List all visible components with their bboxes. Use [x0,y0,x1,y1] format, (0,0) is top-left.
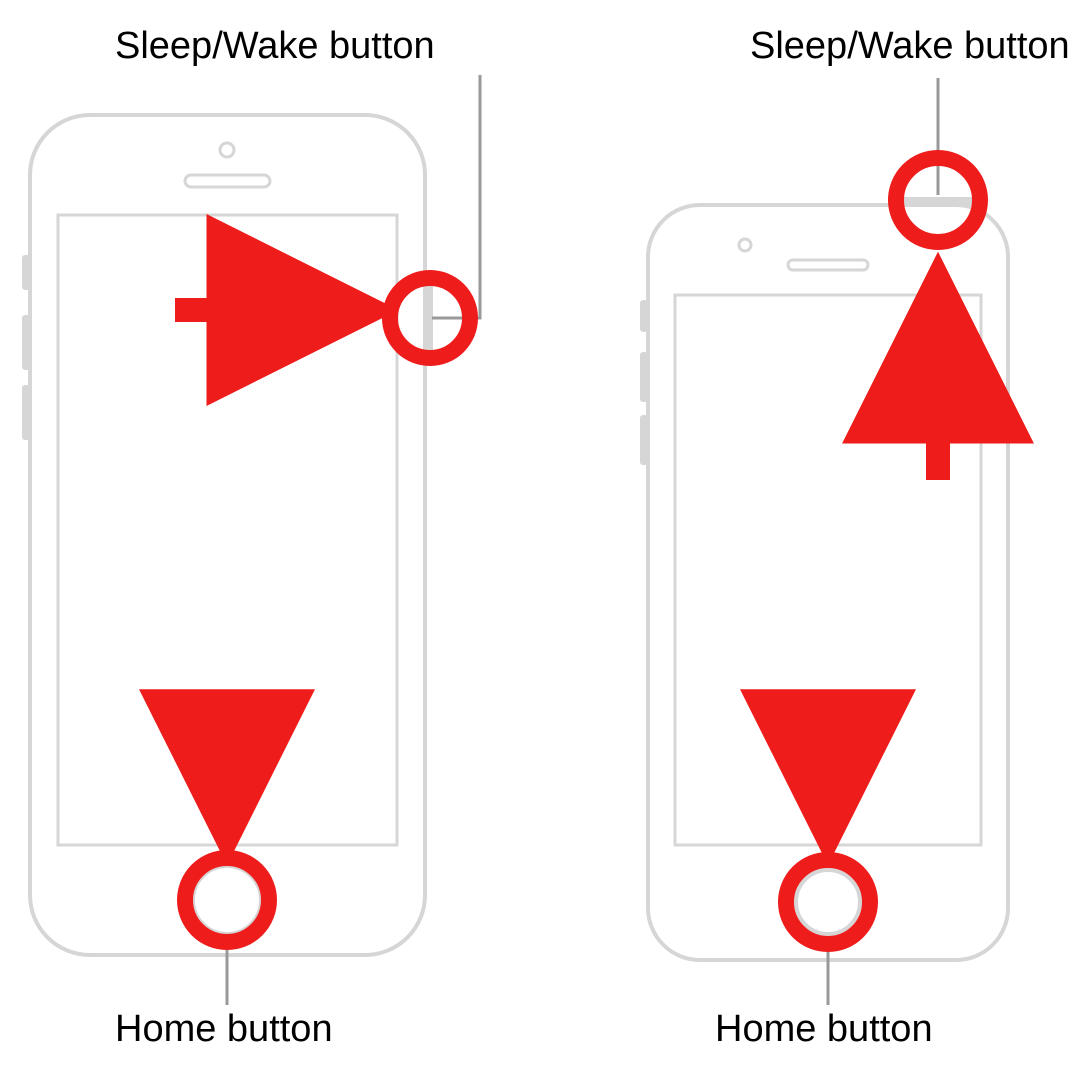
sleep-wake-label-right: Sleep/Wake button [750,25,1070,68]
highlight-circle-sleep-left [390,278,470,358]
highlight-circle-sleep-right [896,158,980,242]
phone-left [22,115,433,955]
home-button-right [796,870,860,934]
diagram [0,0,1080,1080]
sleep-wake-button-right [900,197,975,205]
sleep-wake-label-left: Sleep/Wake button [115,25,435,68]
home-button-label-right: Home button [715,1008,933,1051]
highlight-circle-home-left [185,858,269,942]
leadline-sleep-left [432,75,480,318]
phone-right [640,197,1008,960]
sleep-wake-button-left [425,280,433,360]
home-button-label-left: Home button [115,1008,333,1051]
home-button-left [193,866,261,934]
highlight-circle-home-right [786,860,870,944]
